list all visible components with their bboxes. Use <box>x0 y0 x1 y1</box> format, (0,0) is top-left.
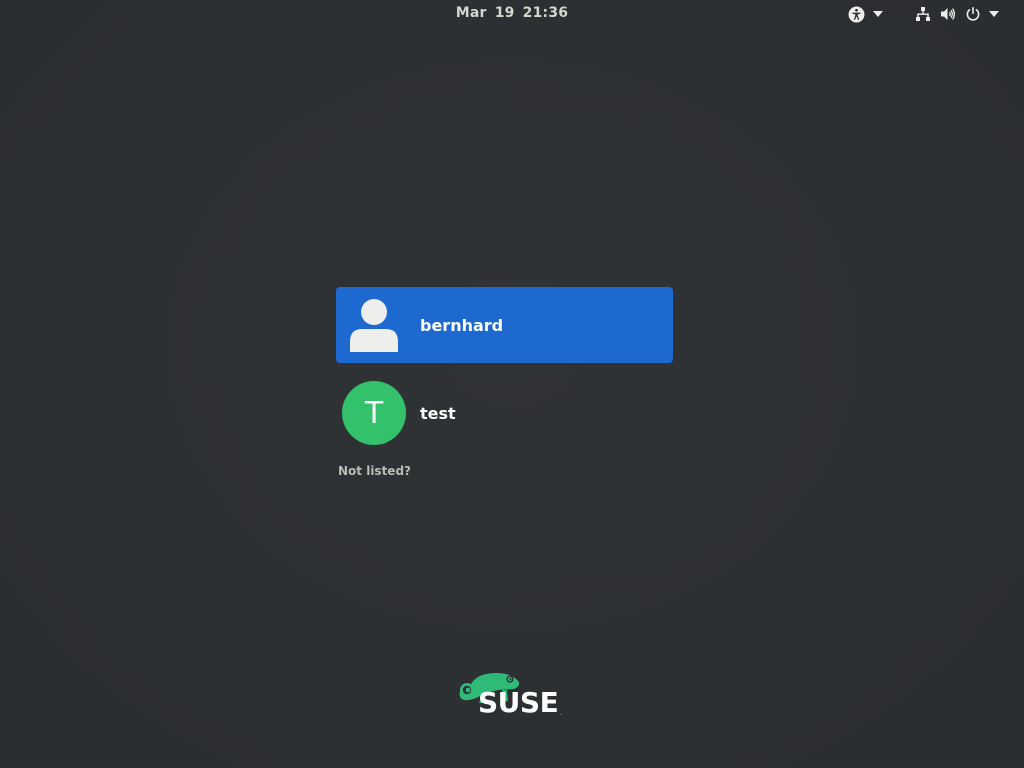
user-name: bernhard <box>420 315 504 335</box>
accessibility-menu[interactable] <box>848 4 883 24</box>
suse-logo: SUSE . <box>458 670 568 725</box>
clock-date: Mar 19 <box>455 5 515 21</box>
avatar-initial: T <box>364 395 384 431</box>
user-item-bernhard[interactable]: bernhard <box>336 287 673 363</box>
user-list: bernhard T test <box>336 287 673 451</box>
user-name: test <box>420 403 456 423</box>
system-menu[interactable] <box>915 4 999 24</box>
login-screen: Mar 19 21:36 bernhard T test Not listed?… <box>0 0 1024 768</box>
generic-person-icon <box>342 293 406 357</box>
not-listed-link[interactable]: Not listed? <box>338 464 411 478</box>
user-item-test[interactable]: T test <box>336 375 673 451</box>
logo-text: SUSE <box>478 686 559 719</box>
avatar: T <box>342 381 406 445</box>
accessibility-icon <box>848 6 865 23</box>
power-icon <box>965 6 981 22</box>
logo-registered-mark: . <box>560 710 562 717</box>
clock-time: 21:36 <box>522 5 569 21</box>
volume-icon <box>940 6 956 22</box>
chevron-down-icon <box>989 11 999 17</box>
chevron-down-icon <box>873 11 883 17</box>
network-wired-icon <box>915 6 931 22</box>
top-bar: Mar 19 21:36 <box>0 0 1024 27</box>
